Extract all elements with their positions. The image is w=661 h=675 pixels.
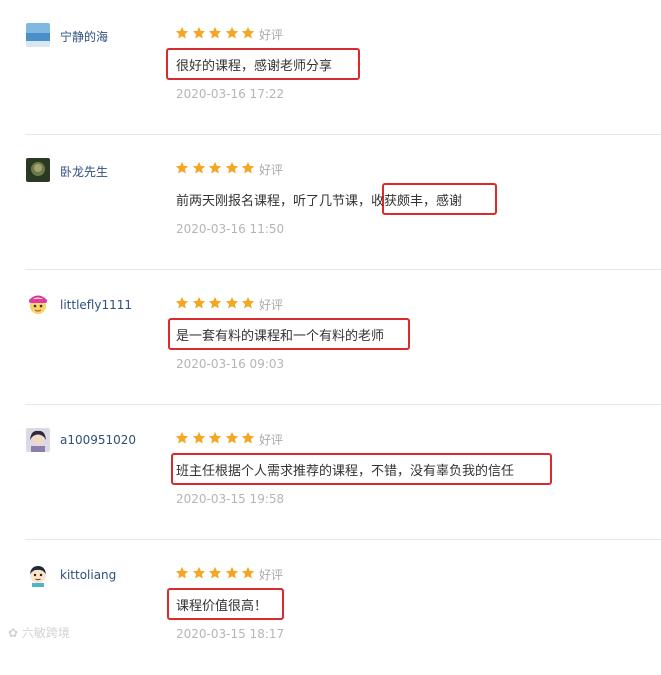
photo-person-avatar-icon — [26, 428, 50, 452]
cartoon-girl-avatar-icon — [26, 293, 50, 317]
star-icon — [241, 566, 255, 579]
rating-label: 好评 — [259, 163, 284, 177]
rating-stars — [175, 566, 258, 580]
star-icon — [225, 566, 238, 579]
sea-avatar-icon — [26, 23, 50, 47]
username[interactable]: littlefly1111 — [60, 298, 132, 312]
comment-text: 很好的课程，感谢老师分享 — [176, 59, 333, 74]
rating-label: 好评 — [259, 433, 284, 447]
dark-portrait-avatar-icon — [26, 158, 50, 182]
rating-label: 好评 — [259, 28, 284, 42]
review-item: a100951020 好评 班主任根据个人需求推荐的课程，不错，没有辜负我的信任… — [0, 405, 661, 540]
comment-text: 班主任根据个人需求推荐的课程，不错，没有辜负我的信任 — [176, 464, 515, 479]
star-icon — [175, 296, 189, 309]
star-icon — [208, 161, 222, 174]
star-icon — [225, 26, 238, 39]
star-icon — [241, 26, 255, 39]
star-icon — [225, 161, 238, 174]
review-date: 2020-03-16 09:03 — [176, 357, 285, 371]
star-icon — [241, 431, 255, 444]
review-date: 2020-03-16 17:22 — [176, 87, 285, 101]
star-icon — [175, 566, 189, 579]
star-icon — [241, 296, 255, 309]
review-date: 2020-03-15 18:17 — [176, 627, 285, 641]
star-icon — [208, 26, 222, 39]
review-date: 2020-03-16 11:50 — [176, 222, 285, 236]
star-icon — [192, 296, 205, 309]
rating-stars — [175, 26, 258, 40]
star-icon — [192, 566, 205, 579]
rating-stars — [175, 296, 258, 310]
avatar[interactable] — [26, 293, 50, 317]
rating-stars — [175, 161, 258, 175]
rating-stars — [175, 431, 258, 445]
username[interactable]: 宁静的海 — [60, 28, 108, 45]
review-item: 宁静的海 好评 很好的课程，感谢老师分享 2020-03-16 17:22 — [0, 0, 661, 135]
avatar[interactable] — [26, 158, 50, 182]
star-icon — [241, 161, 255, 174]
star-icon — [225, 431, 238, 444]
username[interactable]: kittoliang — [60, 568, 116, 582]
rating-label: 好评 — [259, 568, 284, 582]
cartoon-boy-avatar-icon — [26, 563, 50, 587]
star-icon — [175, 431, 189, 444]
avatar[interactable] — [26, 563, 50, 587]
review-item: littlefly1111 好评 是一套有料的课程和一个有料的老师 2020-0… — [0, 270, 661, 405]
star-icon — [175, 161, 189, 174]
username[interactable]: a100951020 — [60, 433, 136, 447]
star-icon — [175, 26, 189, 39]
watermark-text: 六敏跨境 — [21, 626, 70, 640]
comment-text: 是一套有料的课程和一个有料的老师 — [176, 329, 385, 344]
avatar[interactable] — [26, 428, 50, 452]
review-item: 卧龙先生 好评 前两天刚报名课程，听了几节课，收获颇丰，感谢 2020-03-1… — [0, 135, 661, 270]
avatar[interactable] — [26, 23, 50, 47]
review-item: kittoliang 好评 课程价值很高！ 2020-03-15 18:17 — [0, 540, 661, 675]
watermark-logo-icon: ✿ — [8, 626, 22, 640]
review-date: 2020-03-15 19:58 — [176, 492, 285, 506]
watermark: ✿ 六敏跨境 — [8, 624, 70, 641]
username[interactable]: 卧龙先生 — [60, 163, 108, 180]
star-icon — [192, 26, 205, 39]
comment-text: 课程价值很高！ — [176, 599, 268, 614]
star-icon — [208, 431, 222, 444]
star-icon — [208, 566, 222, 579]
star-icon — [192, 161, 205, 174]
star-icon — [225, 296, 238, 309]
star-icon — [208, 296, 222, 309]
comment-text: 前两天刚报名课程，听了几节课，收获颇丰，感谢 — [176, 194, 463, 209]
star-icon — [192, 431, 205, 444]
rating-label: 好评 — [259, 298, 284, 312]
